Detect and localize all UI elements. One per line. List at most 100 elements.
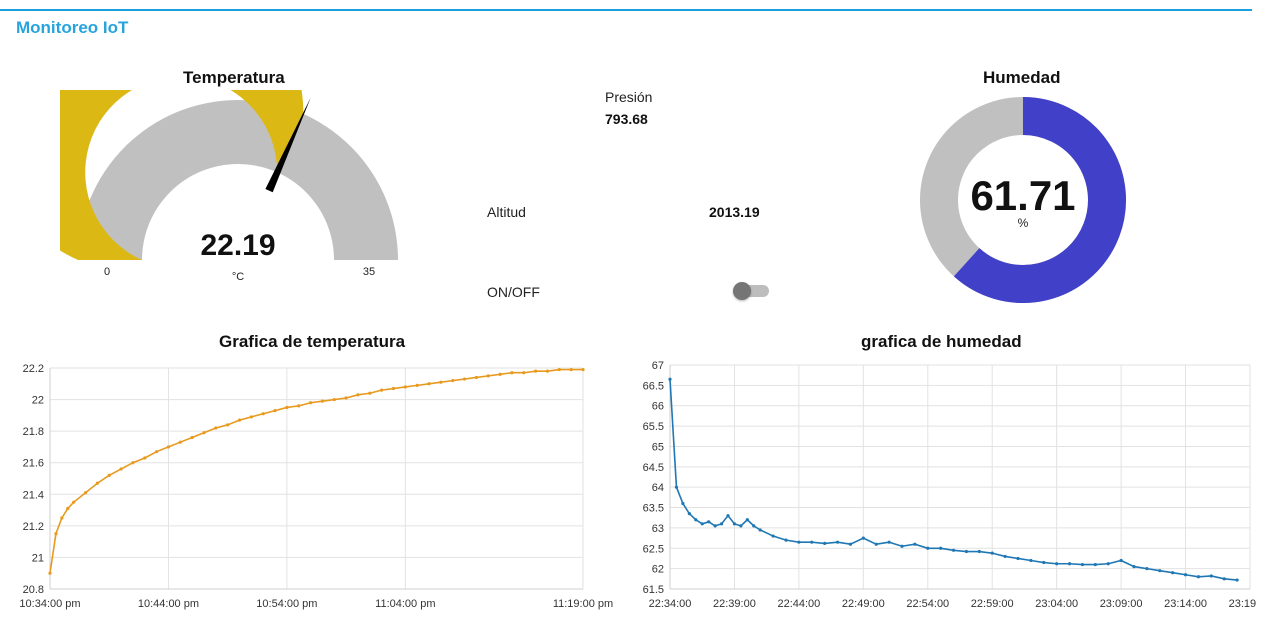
temperature-chart: 20.8 21 21.2 21.4 21.6 21.8 22 22.2 10:34:00 pm 1… — [19, 363, 613, 610]
data-point — [391, 386, 396, 391]
data-point — [1209, 574, 1213, 578]
x-tick-label: 10:34:00 pm — [19, 598, 80, 610]
data-point — [810, 540, 814, 544]
data-point — [1158, 569, 1162, 573]
humidity-value: 61.71 — [970, 172, 1075, 219]
data-point — [1119, 558, 1123, 563]
data-point — [1196, 575, 1201, 579]
x-tick-label: 10:44:00 pm — [138, 598, 199, 610]
data-point — [190, 435, 194, 440]
y-tick-label: 21 — [32, 552, 44, 564]
humidity-unit: % — [1018, 216, 1029, 230]
data-point — [237, 418, 242, 422]
data-point — [178, 440, 182, 444]
x-tick-label: 11:19:00 pm — [553, 598, 613, 610]
y-tick-label: 61.5 — [643, 584, 664, 596]
switch-label: ON/OFF — [487, 284, 540, 300]
x-tick-label: 10:54:00 pm — [256, 598, 317, 610]
data-point — [522, 371, 526, 375]
y-tick-label: 64 — [652, 482, 664, 494]
y-tick-label: 62 — [652, 564, 664, 576]
data-point — [166, 445, 171, 449]
series-line — [49, 368, 583, 574]
data-point — [1016, 556, 1020, 561]
data-point — [202, 431, 206, 435]
y-tick-label: 65 — [652, 441, 664, 453]
data-point — [131, 461, 135, 465]
y-tick-label: 20.8 — [23, 584, 44, 596]
temperature-value: 22.19 — [200, 229, 275, 262]
data-point — [297, 404, 301, 408]
data-point — [285, 405, 289, 410]
data-point — [713, 524, 717, 528]
data-point — [913, 542, 917, 546]
data-point — [964, 549, 969, 554]
data-point — [732, 522, 737, 526]
pressure-value: 793.68 — [605, 111, 648, 127]
data-point — [462, 377, 467, 381]
data-point — [848, 542, 853, 546]
y-tick-label: 21.6 — [23, 458, 44, 470]
data-point — [214, 426, 218, 430]
data-point — [510, 371, 514, 375]
y-tick-label: 66.5 — [643, 380, 664, 392]
data-point — [726, 514, 730, 518]
altitude-value: 2013.19 — [709, 204, 760, 220]
data-point — [557, 367, 561, 372]
data-point — [415, 383, 419, 387]
temperature-gauge: 22.19 °C 0 35 — [60, 90, 398, 283]
data-point — [1093, 562, 1097, 567]
data-point — [977, 549, 981, 554]
data-point — [72, 500, 76, 504]
data-point — [534, 369, 538, 373]
data-point — [356, 393, 360, 397]
data-point — [861, 536, 865, 540]
on-off-switch[interactable] — [733, 282, 771, 300]
data-point — [752, 524, 756, 528]
data-point — [60, 516, 64, 520]
x-tick-label: 23:09:00 — [1100, 598, 1143, 610]
data-point — [835, 540, 840, 544]
data-point — [874, 542, 878, 546]
humidity-gauge-title: Humedad — [983, 68, 1061, 87]
data-point — [784, 538, 788, 542]
data-point — [951, 548, 956, 552]
temperature-max-label: 35 — [363, 266, 375, 278]
y-tick-label: 21.2 — [23, 521, 44, 533]
x-tick-label: 22:54:00 — [906, 598, 949, 610]
data-point — [1183, 573, 1188, 577]
data-point — [320, 399, 325, 403]
switch-knob[interactable] — [733, 282, 751, 300]
y-tick-label: 21.8 — [23, 426, 44, 438]
data-point — [1042, 560, 1046, 565]
y-tick-label: 67 — [652, 360, 664, 372]
data-point — [308, 401, 313, 405]
altitude-label: Altitud — [487, 204, 526, 220]
data-point — [332, 397, 336, 402]
y-tick-label: 65.5 — [643, 421, 664, 433]
data-point — [1222, 577, 1226, 581]
data-point — [694, 518, 698, 522]
x-tick-label: 23:19:00 — [1229, 598, 1256, 610]
data-point — [273, 409, 277, 413]
group-top-border — [0, 9, 1252, 11]
data-point — [403, 385, 407, 389]
data-point — [119, 467, 123, 471]
data-point — [427, 382, 431, 386]
data-point — [1080, 562, 1085, 567]
y-tick-label: 22 — [32, 395, 44, 407]
data-point — [581, 367, 585, 372]
data-point — [439, 380, 443, 384]
x-tick-label: 23:14:00 — [1164, 598, 1207, 610]
y-tick-label: 62.5 — [643, 543, 664, 555]
data-point — [719, 522, 724, 526]
data-point — [486, 374, 490, 378]
data-point — [48, 571, 52, 575]
data-point — [344, 396, 348, 400]
data-point — [681, 501, 685, 506]
x-tick-label: 11:04:00 pm — [375, 598, 435, 610]
data-point — [95, 481, 99, 485]
temperature-chart-title: Grafica de temperatura — [219, 332, 406, 351]
data-point — [368, 391, 372, 395]
humidity-chart-title: grafica de humedad — [861, 332, 1022, 351]
